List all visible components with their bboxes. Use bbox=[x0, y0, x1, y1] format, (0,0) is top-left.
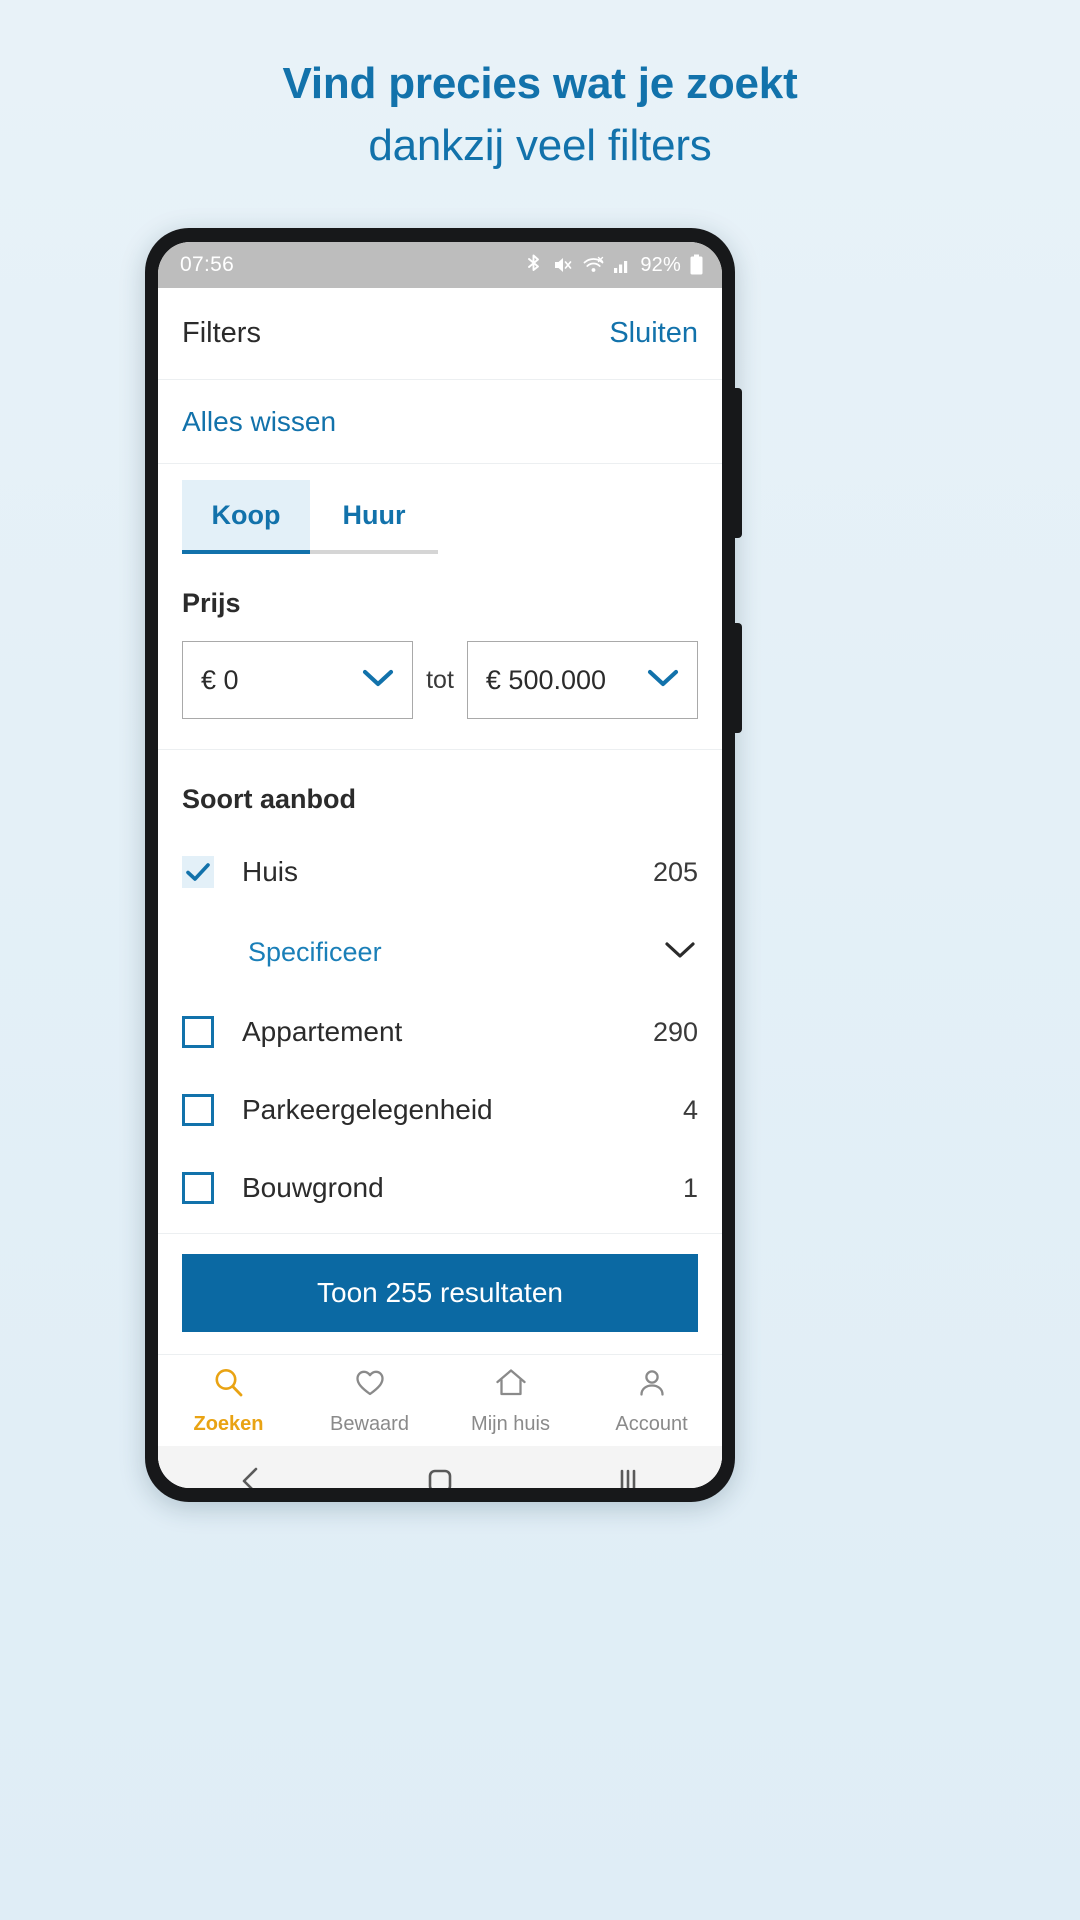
chevron-down-icon bbox=[645, 667, 681, 694]
nav-label-mijn-huis: Mijn huis bbox=[471, 1412, 550, 1435]
clear-all-label[interactable]: Alles wissen bbox=[182, 406, 336, 438]
battery-percent: 92% bbox=[640, 253, 681, 276]
specify-label: Specificeer bbox=[248, 936, 382, 967]
checkbox-appartement[interactable] bbox=[182, 1016, 214, 1048]
signal-icon bbox=[613, 255, 632, 275]
close-filters-button[interactable]: Sluiten bbox=[609, 317, 698, 350]
mute-icon bbox=[552, 254, 574, 276]
checkbox-huis[interactable] bbox=[182, 856, 214, 888]
cta-container: Toon 255 resultaten bbox=[158, 1233, 722, 1354]
bottom-navigation: Zoeken Bewaard Mijn huis Account bbox=[158, 1354, 722, 1446]
price-max-value: € 500.000 bbox=[485, 664, 607, 695]
specify-row[interactable]: Specificeer bbox=[158, 911, 722, 993]
filters-header: Filters Sluiten bbox=[158, 288, 722, 380]
search-icon bbox=[212, 1366, 246, 1405]
nav-item-bewaard[interactable]: Bewaard bbox=[299, 1355, 440, 1446]
list-item[interactable]: Parkeergelegenheid 4 bbox=[158, 1071, 722, 1149]
offer-type-section-title: Soort aanbod bbox=[182, 784, 356, 814]
nav-label-account: Account bbox=[615, 1412, 688, 1435]
status-time: 07:56 bbox=[180, 253, 235, 276]
option-count-appartement: 290 bbox=[652, 1016, 698, 1047]
clear-all-row[interactable]: Alles wissen bbox=[158, 380, 722, 464]
recents-icon[interactable] bbox=[611, 1464, 645, 1488]
chevron-down-icon bbox=[360, 667, 396, 694]
price-section-title: Prijs bbox=[182, 588, 241, 618]
headline-line-2: dankzij veel filters bbox=[368, 120, 712, 170]
nav-item-zoeken[interactable]: Zoeken bbox=[158, 1355, 299, 1446]
wifi-icon bbox=[582, 254, 605, 276]
battery-icon bbox=[689, 253, 704, 277]
option-count-parkeergelegenheid: 4 bbox=[682, 1094, 698, 1125]
buy-rent-tabs: Koop Huur bbox=[158, 464, 722, 554]
list-item[interactable]: Appartement 290 bbox=[158, 993, 722, 1071]
checkbox-bouwgrond[interactable] bbox=[182, 1172, 214, 1204]
home-square-icon[interactable] bbox=[423, 1464, 457, 1488]
price-min-select[interactable]: € 0 bbox=[182, 641, 414, 719]
tab-huur-label: Huur bbox=[342, 499, 406, 530]
checkbox-parkeergelegenheid[interactable] bbox=[182, 1094, 214, 1126]
option-label-bouwgrond: Bouwgrond bbox=[242, 1172, 384, 1203]
tab-koop[interactable]: Koop bbox=[182, 480, 310, 554]
option-count-huis: 205 bbox=[652, 856, 698, 887]
show-results-button[interactable]: Toon 255 resultaten bbox=[182, 1254, 698, 1332]
phone-screen: 07:56 92% Filters Sluiten Alles wissen K… bbox=[158, 242, 722, 1488]
price-separator-label: tot bbox=[426, 665, 454, 694]
status-bar: 07:56 92% bbox=[158, 242, 722, 288]
chevron-down-icon bbox=[662, 939, 698, 966]
nav-label-zoeken: Zoeken bbox=[193, 1412, 264, 1435]
list-item[interactable]: Huis 205 bbox=[158, 833, 722, 911]
price-max-select[interactable]: € 500.000 bbox=[466, 641, 699, 719]
tab-huur[interactable]: Huur bbox=[310, 480, 438, 554]
page-title: Filters bbox=[182, 317, 261, 349]
home-icon bbox=[494, 1366, 528, 1405]
option-label-parkeergelegenheid: Parkeergelegenheid bbox=[242, 1094, 493, 1125]
system-navigation-bar bbox=[158, 1446, 722, 1488]
price-range-row: € 0 tot € 500.000 bbox=[158, 619, 722, 750]
tab-koop-label: Koop bbox=[211, 499, 281, 530]
option-count-bouwgrond: 1 bbox=[682, 1172, 698, 1203]
back-icon[interactable] bbox=[235, 1464, 269, 1488]
heart-icon bbox=[353, 1366, 387, 1405]
nav-item-account[interactable]: Account bbox=[581, 1355, 722, 1446]
nav-item-mijn-huis[interactable]: Mijn huis bbox=[440, 1355, 581, 1446]
person-icon bbox=[635, 1366, 669, 1405]
nav-label-bewaard: Bewaard bbox=[330, 1412, 409, 1435]
offer-type-list: Huis 205 Specificeer Appartement 290 Par… bbox=[158, 815, 722, 1233]
app-content: Filters Sluiten Alles wissen Koop Huur P… bbox=[158, 288, 722, 1488]
phone-mockup: 07:56 92% Filters Sluiten Alles wissen K… bbox=[145, 228, 742, 1502]
headline-line-1: Vind precies wat je zoekt bbox=[282, 59, 798, 108]
list-item[interactable]: Bouwgrond 1 bbox=[158, 1149, 722, 1227]
price-min-value: € 0 bbox=[201, 664, 239, 695]
status-icons: 92% bbox=[524, 253, 704, 277]
page-headline: Vind precies wat je zoekt dankzij veel f… bbox=[0, 58, 1080, 172]
option-label-huis: Huis bbox=[242, 856, 299, 887]
bluetooth-icon bbox=[524, 253, 544, 277]
option-label-appartement: Appartement bbox=[242, 1016, 403, 1047]
power-button[interactable] bbox=[733, 623, 742, 733]
volume-button[interactable] bbox=[733, 388, 742, 538]
